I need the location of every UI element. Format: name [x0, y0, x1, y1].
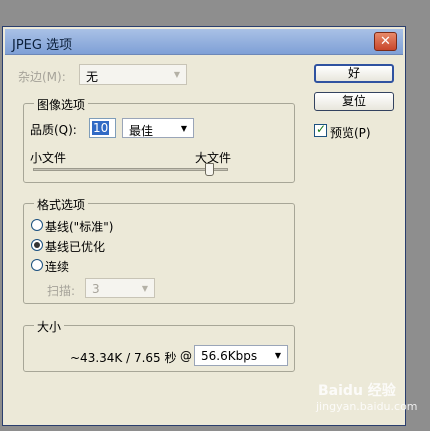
chevron-down-icon: ▼ — [180, 123, 188, 133]
radio-dot — [34, 242, 40, 248]
small-file-label: 小文件 — [30, 151, 67, 165]
preview-label: 预览(P) — [330, 126, 371, 140]
image-options-legend: 图像选项 — [34, 96, 89, 113]
close-button[interactable]: ✕ — [374, 32, 397, 51]
format-option-label: 连续 — [45, 260, 70, 274]
connection-speed-select[interactable]: 56.6Kbps ▼ — [194, 345, 288, 366]
quality-preset-select[interactable]: 最佳 ▼ — [122, 118, 194, 138]
radio-button[interactable] — [31, 259, 43, 271]
quality-preset-value: 最佳 — [129, 124, 154, 138]
preview-checkbox[interactable]: ✓ — [314, 122, 327, 137]
size-legend: 大小 — [34, 318, 65, 335]
ok-button[interactable]: 好 — [314, 64, 394, 83]
scans-label: 扫描: — [47, 284, 76, 298]
quality-value: 10 — [92, 121, 110, 135]
watermark-logo-text: Baidu 经验 — [318, 383, 396, 399]
reset-button[interactable]: 复位 — [314, 92, 394, 111]
radio-button[interactable] — [31, 219, 43, 231]
chevron-down-icon: ▼ — [173, 70, 181, 79]
matte-select[interactable]: 无 ▼ — [79, 64, 187, 85]
quality-slider-thumb[interactable] — [204, 163, 214, 176]
matte-value: 无 — [86, 70, 99, 84]
radio-button[interactable] — [31, 239, 43, 251]
dialog-title: JPEG 选项 — [12, 38, 73, 53]
matte-label: 杂边(M): — [18, 70, 66, 84]
checkmark-icon: ✓ — [316, 122, 327, 136]
image-options-group — [23, 103, 295, 183]
quality-input[interactable]: 10 — [89, 118, 116, 138]
scans-select[interactable]: 3 ▼ — [85, 278, 155, 298]
connection-speed-value: 56.6Kbps — [201, 349, 258, 363]
format-options-legend: 格式选项 — [34, 196, 89, 213]
watermark-url: jingyan.baidu.com — [316, 400, 418, 413]
chevron-down-icon: ▼ — [141, 283, 149, 293]
close-icon: ✕ — [380, 34, 391, 49]
size-at: @ — [180, 349, 192, 363]
size-info: ~43.34K / 7.65 秒 — [70, 351, 177, 365]
quality-slider-track[interactable] — [33, 168, 228, 171]
chevron-down-icon: ▼ — [274, 351, 282, 360]
scans-value: 3 — [92, 282, 100, 296]
format-option-label: 基线("标准") — [45, 220, 114, 234]
format-option-label: 基线已优化 — [45, 240, 106, 254]
quality-label: 品质(Q): — [30, 123, 77, 137]
